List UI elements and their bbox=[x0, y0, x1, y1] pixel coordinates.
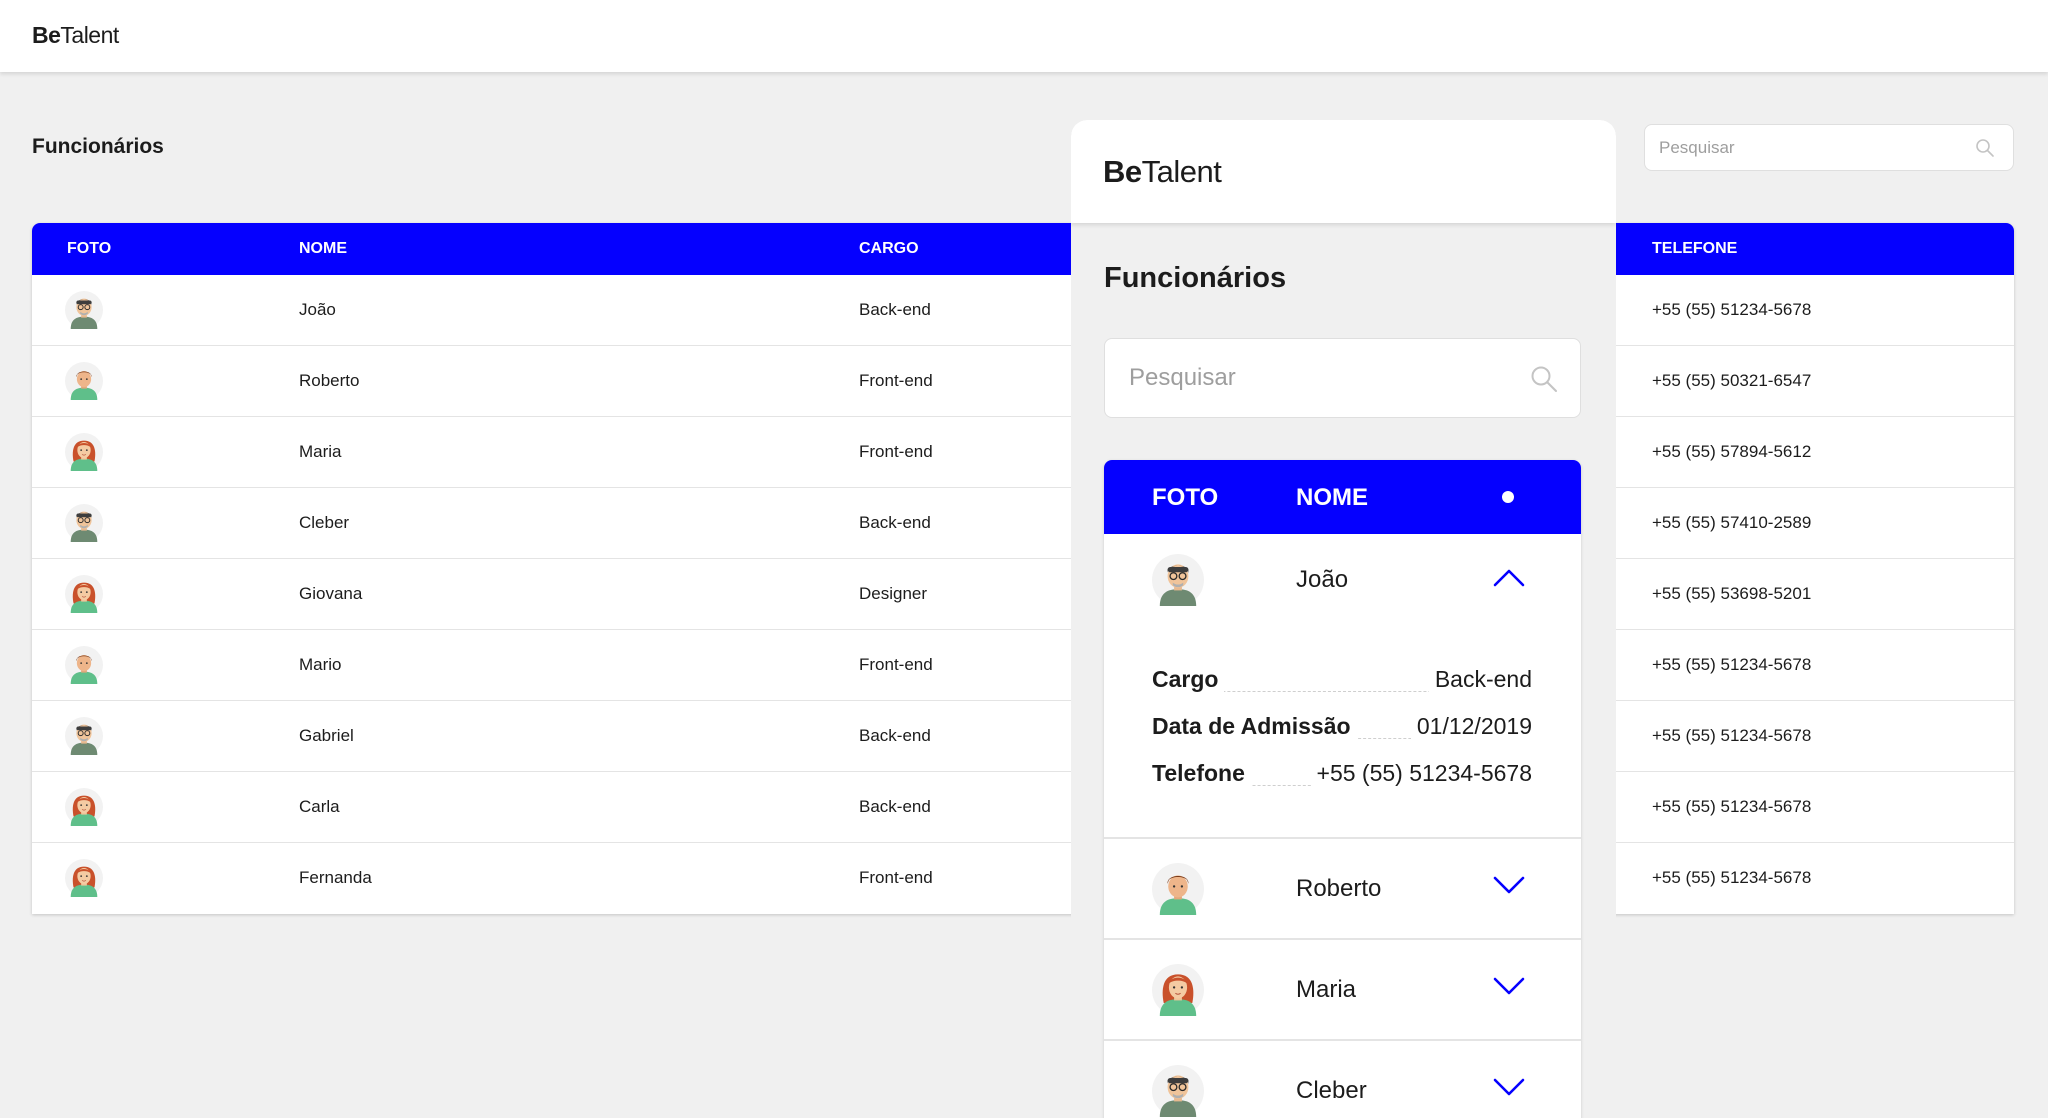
mobile-table-header: FOTO NOME bbox=[1104, 460, 1581, 534]
detail-value: +55 (55) 51234-5678 bbox=[1310, 760, 1532, 787]
avatar bbox=[65, 859, 103, 897]
employee-phone: +55 (55) 57894-5612 bbox=[1652, 442, 1812, 461]
avatar bbox=[1152, 964, 1204, 1016]
employee-role: Front-end bbox=[859, 371, 933, 390]
employee-phone: +55 (55) 53698-5201 bbox=[1652, 584, 1812, 603]
table-row[interactable]: Roberto Front-end +55 (55) 50321-6547 bbox=[32, 346, 2014, 417]
chevron-down-icon[interactable] bbox=[1492, 1077, 1526, 1104]
mobile-header: BeTalent bbox=[1071, 120, 1616, 223]
table-row[interactable]: João Back-end +55 (55) 51234-5678 bbox=[32, 275, 2014, 346]
column-header-foto: FOTO bbox=[67, 240, 112, 257]
column-header-cargo: CARGO bbox=[859, 240, 919, 257]
employee-name: Carla bbox=[299, 797, 340, 816]
detail-label: Data de Admissão bbox=[1152, 713, 1357, 740]
table-header: FOTO NOME CARGO TELEFONE bbox=[32, 223, 2014, 275]
table-row[interactable]: Maria Front-end +55 (55) 57894-5612 bbox=[32, 417, 2014, 488]
top-header: BeTalent bbox=[0, 0, 2048, 72]
avatar bbox=[1152, 863, 1204, 915]
mobile-page-title: Funcionários bbox=[1104, 262, 1287, 294]
avatar bbox=[1152, 1065, 1204, 1117]
chevron-down-icon[interactable] bbox=[1492, 976, 1526, 1003]
detail-cargo: Cargo Back-end bbox=[1152, 662, 1532, 693]
employee-role: Back-end bbox=[859, 726, 931, 745]
employee-phone: +55 (55) 51234-5678 bbox=[1652, 300, 1812, 319]
employee-name: Maria bbox=[299, 442, 342, 461]
employee-name: Cleber bbox=[299, 513, 350, 532]
mobile-collapsed-rows: Roberto Maria Cleber bbox=[1104, 839, 1581, 1118]
search-icon[interactable] bbox=[1530, 365, 1558, 398]
employee-role: Back-end bbox=[859, 513, 931, 532]
employee-phone: +55 (55) 51234-5678 bbox=[1652, 655, 1812, 674]
search-input[interactable] bbox=[1659, 125, 1959, 170]
search-icon[interactable] bbox=[1975, 138, 1995, 163]
employee-name: João bbox=[1296, 566, 1349, 593]
detail-value: Back-end bbox=[1428, 666, 1532, 693]
employee-name: João bbox=[299, 300, 336, 319]
employee-role: Front-end bbox=[859, 655, 933, 674]
mobile-row[interactable]: Cleber bbox=[1104, 1041, 1581, 1118]
employee-name: Maria bbox=[1296, 976, 1357, 1003]
detail-label: Telefone bbox=[1152, 760, 1251, 787]
avatar bbox=[65, 504, 103, 542]
betalent-logo[interactable]: BeTalent bbox=[32, 22, 119, 49]
betalent-logo[interactable]: BeTalent bbox=[1103, 154, 1222, 190]
mobile-search-box[interactable] bbox=[1104, 338, 1581, 418]
avatar bbox=[65, 788, 103, 826]
detail-telefone: Telefone +55 (55) 51234-5678 bbox=[1152, 756, 1532, 787]
employee-name: Roberto bbox=[299, 371, 360, 390]
avatar bbox=[65, 291, 103, 329]
employee-phone: +55 (55) 51234-5678 bbox=[1652, 797, 1812, 816]
table-row[interactable]: Carla Back-end +55 (55) 51234-5678 bbox=[32, 772, 2014, 843]
employee-name: Giovana bbox=[299, 584, 363, 603]
page-title: Funcionários bbox=[32, 135, 164, 158]
employee-phone: +55 (55) 57410-2589 bbox=[1652, 513, 1812, 532]
chevron-down-icon[interactable] bbox=[1492, 875, 1526, 902]
employee-role: Back-end bbox=[859, 300, 931, 319]
employees-table: FOTO NOME CARGO TELEFONE João Back-end +55… bbox=[32, 223, 2014, 914]
avatar bbox=[65, 433, 103, 471]
mobile-search-input[interactable] bbox=[1129, 339, 1509, 417]
mobile-employees-table: FOTO NOME João Cargo Back-end Data de Ad… bbox=[1104, 460, 1581, 1118]
employee-name: Cleber bbox=[1296, 1077, 1367, 1104]
mobile-preview: BeTalent Funcionários FOTO NOME João Car… bbox=[1071, 120, 1616, 1118]
table-body: João Back-end +55 (55) 51234-5678 Roberto Fr… bbox=[32, 275, 2014, 914]
employee-phone: +55 (55) 51234-5678 bbox=[1652, 868, 1812, 887]
mobile-row[interactable]: Roberto bbox=[1104, 839, 1581, 940]
table-row[interactable]: Fernanda Front-end +55 (55) 51234-5678 bbox=[32, 843, 2014, 914]
column-header-telefone: TELEFONE bbox=[1652, 240, 1738, 257]
table-row[interactable]: Giovana Designer +55 (55) 53698-5201 bbox=[32, 559, 2014, 630]
column-header-nome: NOME bbox=[1296, 484, 1368, 511]
employee-role: Front-end bbox=[859, 442, 933, 461]
column-header-nome: NOME bbox=[299, 240, 347, 257]
detail-data-admissao: Data de Admissão 01/12/2019 bbox=[1152, 709, 1532, 740]
search-box[interactable] bbox=[1644, 124, 2014, 171]
table-row[interactable]: Cleber Back-end +55 (55) 57410-2589 bbox=[32, 488, 2014, 559]
detail-value: 01/12/2019 bbox=[1410, 713, 1532, 740]
employee-name: Gabriel bbox=[299, 726, 354, 745]
table-row[interactable]: Gabriel Back-end +55 (55) 51234-5678 bbox=[32, 701, 2014, 772]
employee-name: Roberto bbox=[1296, 875, 1382, 902]
avatar bbox=[65, 362, 103, 400]
employee-name: Fernanda bbox=[299, 868, 372, 887]
employee-name: Mario bbox=[299, 655, 342, 674]
avatar bbox=[65, 646, 103, 684]
employee-phone: +55 (55) 51234-5678 bbox=[1652, 726, 1812, 745]
detail-label: Cargo bbox=[1152, 666, 1225, 693]
avatar bbox=[65, 717, 103, 755]
column-header-foto: FOTO bbox=[1152, 484, 1219, 511]
chevron-up-icon[interactable] bbox=[1492, 566, 1526, 593]
mobile-row-expanded[interactable]: João Cargo Back-end Data de Admissão 01/… bbox=[1104, 534, 1581, 839]
employee-role: Back-end bbox=[859, 797, 931, 816]
dot-icon bbox=[1502, 491, 1514, 503]
employee-role: Front-end bbox=[859, 868, 933, 887]
employee-role: Designer bbox=[859, 584, 928, 603]
table-row[interactable]: Mario Front-end +55 (55) 51234-5678 bbox=[32, 630, 2014, 701]
mobile-row[interactable]: Maria bbox=[1104, 940, 1581, 1041]
avatar bbox=[1152, 554, 1204, 606]
avatar bbox=[65, 575, 103, 613]
employee-phone: +55 (55) 50321-6547 bbox=[1652, 371, 1812, 390]
